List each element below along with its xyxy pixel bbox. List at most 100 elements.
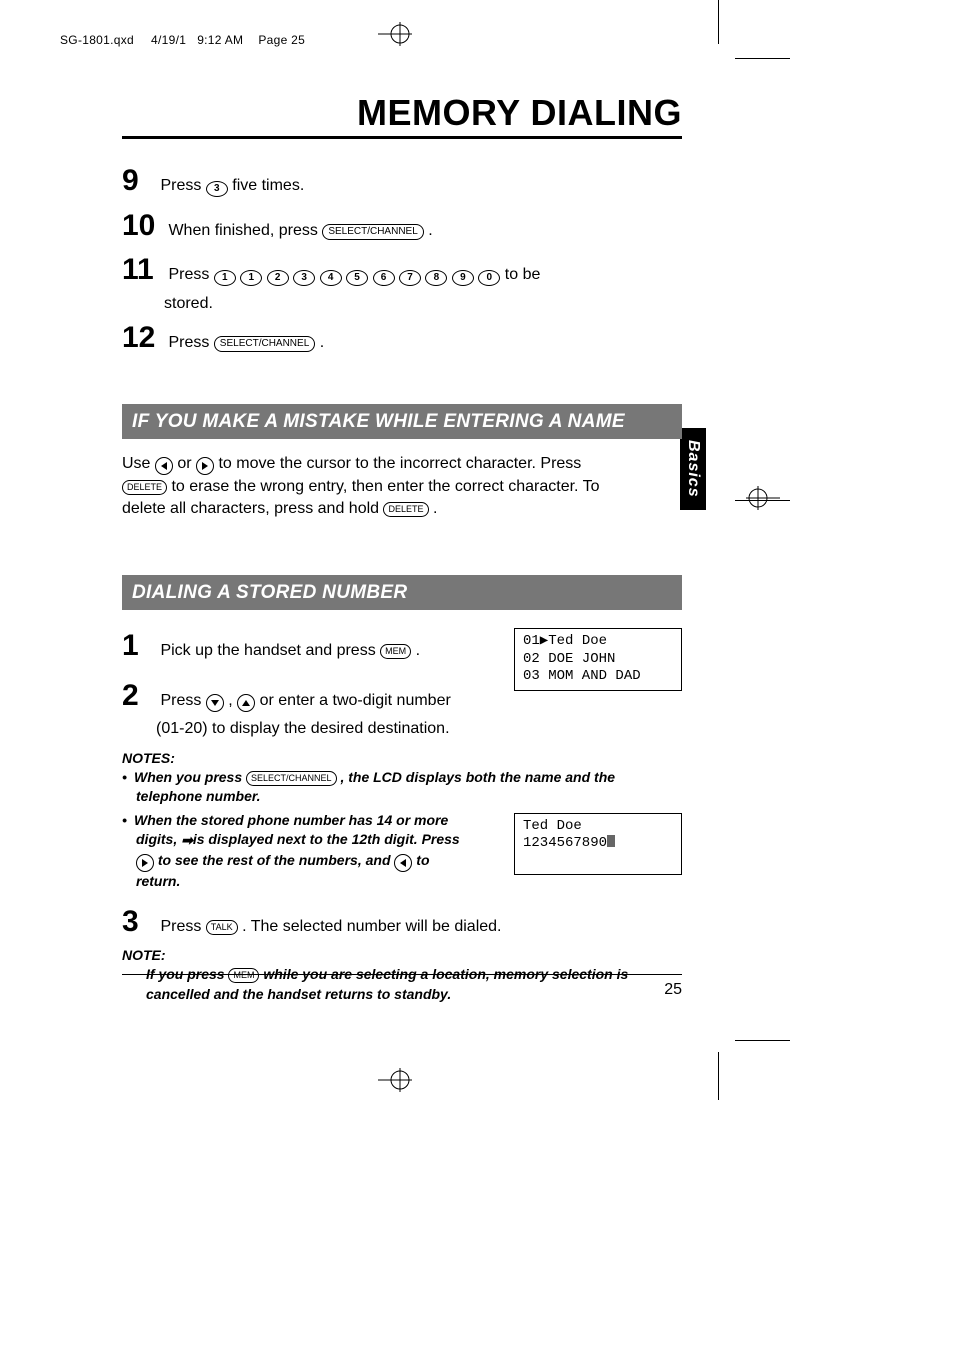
mem-key-icon: MEM bbox=[380, 644, 411, 659]
text: to erase the wrong entry, then enter the… bbox=[171, 478, 599, 495]
step-text: Pick up the handset and press bbox=[160, 642, 380, 659]
registration-mark-icon bbox=[746, 484, 780, 517]
text: return. bbox=[136, 873, 180, 889]
step-text: to be bbox=[505, 266, 541, 283]
cursor-icon bbox=[607, 835, 615, 847]
lcd-display: Ted Doe 1234567890 bbox=[514, 813, 682, 876]
continuation-arrow-icon: ➡ bbox=[181, 831, 193, 851]
right-arrow-key-icon bbox=[196, 457, 214, 475]
right-arrow-key-icon bbox=[136, 854, 154, 872]
step-text: When finished, press bbox=[168, 222, 322, 239]
digit-key-icon: 0 bbox=[478, 270, 500, 286]
text: or bbox=[177, 455, 196, 472]
page-title: MEMORY DIALING bbox=[357, 92, 682, 133]
left-arrow-key-icon bbox=[155, 457, 173, 475]
delete-key-icon: DELETE bbox=[122, 480, 167, 495]
content-area: MEMORY DIALING 9 Press 3 five times. 10 … bbox=[122, 92, 682, 1004]
text: Use bbox=[122, 455, 155, 472]
page: SG-1801.qxd 4/19/1 9:12 AM Page 25 Basic… bbox=[0, 0, 954, 1351]
crop-page: Page 25 bbox=[258, 33, 305, 47]
step-text: . The selected number will be dialed. bbox=[242, 918, 501, 935]
text: to bbox=[416, 852, 429, 868]
step-text: . bbox=[416, 642, 420, 659]
crop-time: 9:12 AM bbox=[197, 33, 243, 47]
text: , the LCD displays both the name and the bbox=[340, 769, 615, 785]
digit-key-icon: 7 bbox=[399, 270, 421, 286]
up-arrow-key-icon bbox=[237, 694, 255, 712]
page-number: 25 bbox=[122, 974, 682, 999]
section-tab: Basics bbox=[680, 428, 706, 510]
key-3-icon: 3 bbox=[206, 181, 228, 197]
registration-mark-icon bbox=[378, 1066, 412, 1094]
crop-mark-icon bbox=[718, 1052, 719, 1100]
step-number: 10 bbox=[122, 204, 164, 248]
paragraph: Use or to move the cursor to the incorre… bbox=[122, 453, 682, 520]
step-number: 3 bbox=[122, 900, 156, 944]
step-text: Press bbox=[168, 334, 213, 351]
crop-date: 4/19/1 bbox=[151, 33, 186, 47]
crop-mark-icon bbox=[735, 58, 790, 59]
digit-key-icon: 6 bbox=[373, 270, 395, 286]
step-number: 1 bbox=[122, 624, 156, 668]
note-bullet: •When you press SELECT/CHANNEL , the LCD… bbox=[122, 768, 682, 807]
delete-key-icon: DELETE bbox=[383, 502, 428, 517]
digit-key-icon: 3 bbox=[293, 270, 315, 286]
text: to move the cursor to the incorrect char… bbox=[218, 455, 581, 472]
step-number: 11 bbox=[122, 248, 164, 292]
text: digits, bbox=[136, 831, 181, 847]
digit-key-icon: 1 bbox=[214, 270, 236, 286]
text: When you press bbox=[134, 769, 246, 785]
step-text: stored. bbox=[164, 292, 682, 315]
step-number: 2 bbox=[122, 674, 156, 718]
registration-mark-icon bbox=[378, 20, 412, 48]
step-12: 12 Press SELECT/CHANNEL . bbox=[122, 316, 682, 360]
lcd-line: 01▶Ted Doe bbox=[523, 633, 607, 649]
step-11: 11 Press 1 1 2 3 4 5 6 7 8 9 0 to be sto… bbox=[122, 248, 682, 315]
select-channel-key-icon: SELECT/CHANNEL bbox=[214, 336, 315, 352]
section-heading: IF YOU MAKE A MISTAKE WHILE ENTERING A N… bbox=[122, 404, 682, 439]
step-10: 10 When finished, press SELECT/CHANNEL . bbox=[122, 204, 682, 248]
step-number: 12 bbox=[122, 316, 164, 360]
select-channel-key-icon: SELECT/CHANNEL bbox=[246, 771, 337, 786]
step-2: 2 Press , or enter a two-digit number (0… bbox=[122, 674, 492, 741]
digit-key-icon: 9 bbox=[452, 270, 474, 286]
text: When the stored phone number has 14 or m… bbox=[134, 812, 448, 828]
step-text: , bbox=[228, 692, 237, 709]
step-text: Press bbox=[160, 692, 205, 709]
lcd-line: Ted Doe bbox=[523, 818, 582, 834]
lcd-display: 01▶Ted Doe 02 DOE JOHN 03 MOM AND DAD bbox=[514, 628, 682, 691]
lcd-line: 03 MOM AND DAD bbox=[523, 668, 641, 684]
step-text: . bbox=[320, 334, 324, 351]
notes-heading: NOTE: bbox=[122, 947, 682, 963]
step-number: 9 bbox=[122, 159, 156, 203]
digit-key-icon: 5 bbox=[346, 270, 368, 286]
digit-key-icon: 8 bbox=[425, 270, 447, 286]
digit-key-icon: 1 bbox=[240, 270, 262, 286]
step-text: or enter a two-digit number bbox=[260, 692, 451, 709]
down-arrow-key-icon bbox=[206, 694, 224, 712]
crop-filename: SG-1801.qxd bbox=[60, 33, 134, 47]
crop-mark-icon bbox=[718, 0, 719, 44]
text: . bbox=[433, 500, 437, 517]
digit-key-icon: 4 bbox=[320, 270, 342, 286]
step-text: (01-20) to display the desired destinati… bbox=[156, 717, 492, 740]
lcd-line: 1234567890 bbox=[523, 835, 607, 851]
step-text: five times. bbox=[232, 177, 304, 194]
notes-heading: NOTES: bbox=[122, 750, 682, 766]
step-9: 9 Press 3 five times. bbox=[122, 159, 682, 203]
step-text: Press bbox=[160, 177, 205, 194]
left-arrow-key-icon bbox=[394, 854, 412, 872]
section-heading: DIALING A STORED NUMBER bbox=[122, 575, 682, 610]
crop-slug: SG-1801.qxd 4/19/1 9:12 AM Page 25 bbox=[60, 33, 305, 47]
digit-key-icon: 2 bbox=[267, 270, 289, 286]
step-1: 1 Pick up the handset and press MEM . bbox=[122, 624, 492, 668]
text: delete all characters, press and hold bbox=[122, 500, 383, 517]
lcd-line: 02 DOE JOHN bbox=[523, 651, 615, 667]
title-bar: MEMORY DIALING bbox=[122, 92, 682, 139]
select-channel-key-icon: SELECT/CHANNEL bbox=[322, 224, 423, 240]
note-bullet: •When the stored phone number has 14 or … bbox=[122, 811, 492, 892]
talk-key-icon: TALK bbox=[206, 920, 238, 935]
step-text: Press bbox=[168, 266, 213, 283]
step-text: . bbox=[428, 222, 432, 239]
step-3: 3 Press TALK . The selected number will … bbox=[122, 900, 682, 944]
